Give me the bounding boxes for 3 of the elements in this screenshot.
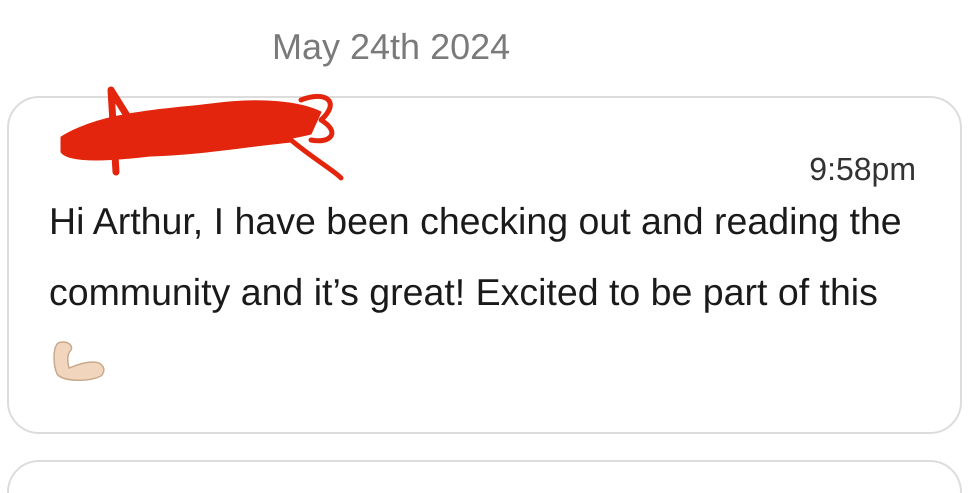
message-text: Hi Arthur, I have been checking out and reading the community and it’s great! Excited to be part of this xyxy=(49,186,916,399)
date-header: May 24th 2024 xyxy=(272,26,510,67)
message-time: 9:58pm xyxy=(809,151,916,188)
